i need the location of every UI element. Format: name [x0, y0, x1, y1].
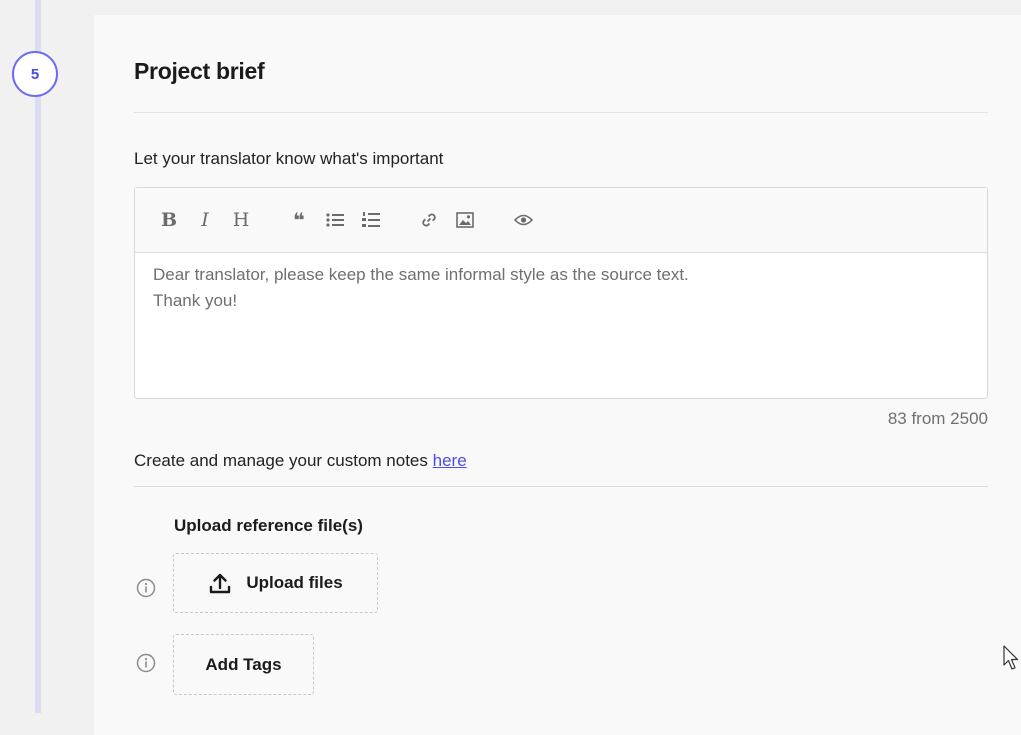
numbered-list-icon — [362, 212, 380, 227]
project-brief-card: Project brief Let your translator know w… — [94, 15, 1021, 735]
step-number-badge: 5 — [12, 51, 58, 97]
upload-info-icon[interactable] — [136, 578, 156, 598]
step-progress-rail — [35, 0, 41, 713]
title-divider — [134, 112, 988, 113]
mouse-pointer-icon — [1003, 645, 1019, 670]
eye-icon — [513, 214, 533, 226]
brief-textarea[interactable]: Dear translator, please keep the same in… — [135, 253, 987, 323]
heading-button[interactable]: H — [223, 205, 259, 235]
custom-notes-label: Create and manage your custom notes — [134, 451, 433, 470]
page-title: Project brief — [134, 58, 265, 84]
upload-files-label: Upload files — [246, 573, 343, 592]
tags-info-icon[interactable] — [136, 653, 156, 673]
add-tags-button[interactable]: Add Tags — [173, 634, 314, 695]
upload-files-button[interactable]: Upload files — [173, 553, 378, 613]
brief-text-line: Thank you! — [153, 291, 238, 310]
image-button[interactable] — [447, 205, 483, 235]
bullet-list-icon — [326, 213, 344, 227]
ordered-list-button[interactable] — [353, 205, 389, 235]
character-counter: 83 from 2500 — [887, 409, 988, 428]
add-tags-label: Add Tags — [205, 654, 282, 674]
upload-reference-label: Upload reference file(s) — [174, 516, 363, 535]
bold-button[interactable]: B — [151, 205, 187, 235]
editor-toolbar: B I H ❝ — [135, 188, 987, 253]
link-button[interactable] — [411, 205, 447, 235]
brief-editor: B I H ❝ Dear translator, please keep the… — [134, 187, 988, 399]
unordered-list-button[interactable] — [317, 205, 353, 235]
notes-divider — [134, 486, 988, 487]
link-icon — [422, 213, 436, 227]
brief-label: Let your translator know what's importan… — [134, 149, 444, 168]
custom-notes-link[interactable]: here — [433, 451, 467, 470]
image-icon — [456, 212, 474, 228]
italic-button[interactable]: I — [187, 205, 223, 235]
custom-notes-text: Create and manage your custom notes here — [134, 451, 467, 471]
brief-text-line: Dear translator, please keep the same in… — [153, 265, 689, 284]
preview-button[interactable] — [505, 205, 541, 235]
step-number: 5 — [30, 65, 40, 83]
quote-button[interactable]: ❝ — [281, 205, 317, 235]
upload-icon — [210, 573, 231, 594]
